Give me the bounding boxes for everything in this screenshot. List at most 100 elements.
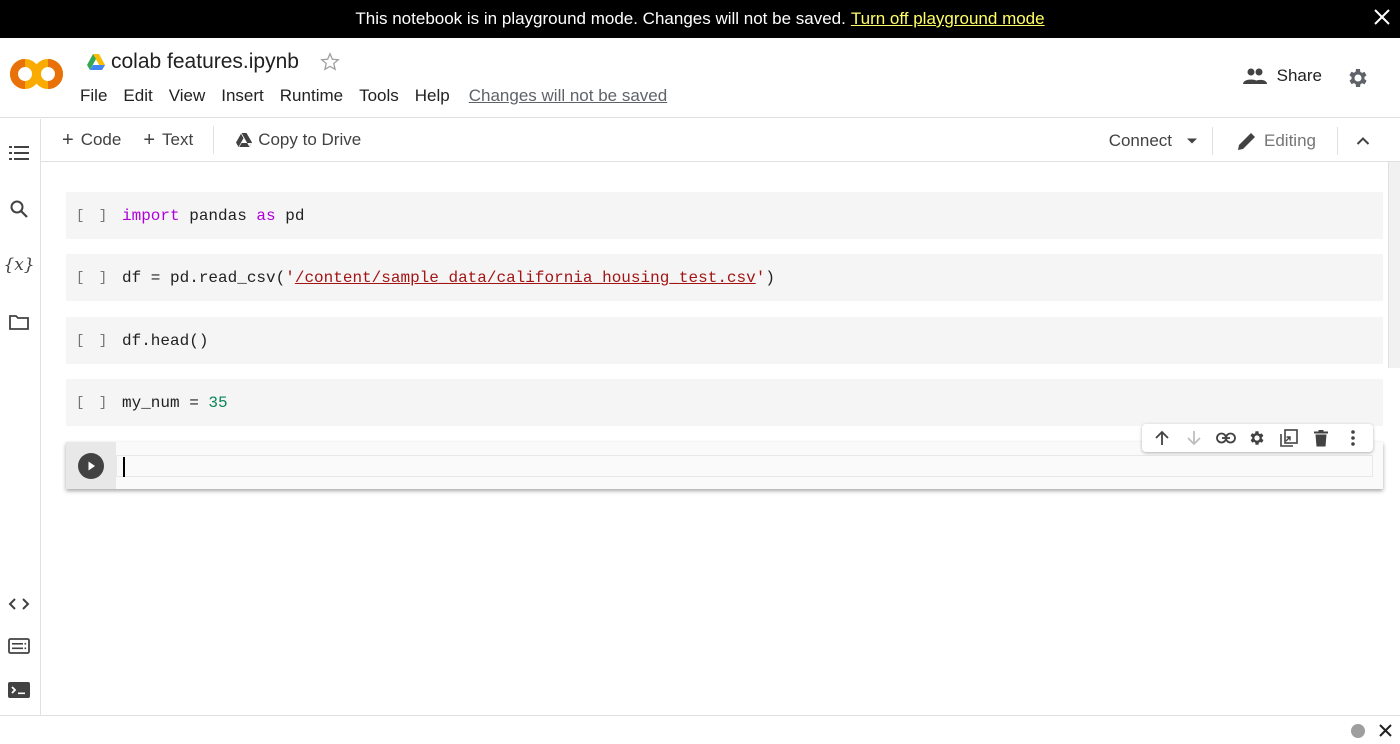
cell-editor-input[interactable] xyxy=(116,455,1373,477)
notebook-title[interactable]: colab features.ipynb xyxy=(111,50,299,74)
code-cell[interactable]: [ ] import pandas as pd xyxy=(66,192,1383,239)
playground-banner: This notebook is in playground mode. Cha… xyxy=(0,0,1400,38)
code-text: ) xyxy=(765,268,775,287)
cell-toolbar xyxy=(1142,424,1373,452)
code-quote: ' xyxy=(285,268,295,287)
more-vert-icon xyxy=(1351,430,1355,446)
add-code-label: Code xyxy=(80,130,122,149)
unsaved-notice-link[interactable]: Changes will not be saved xyxy=(469,86,667,106)
add-text-button[interactable]: + Text xyxy=(143,129,193,152)
search-icon[interactable] xyxy=(6,196,32,222)
close-icon xyxy=(1378,723,1392,737)
plus-icon: + xyxy=(62,128,74,151)
copy-to-drive-button[interactable]: Copy to Drive xyxy=(236,130,361,150)
code-snippets-icon[interactable] xyxy=(6,591,32,617)
menu-tools[interactable]: Tools xyxy=(359,86,399,106)
chevron-up-icon xyxy=(1356,136,1370,145)
copy-to-drive-label: Copy to Drive xyxy=(258,130,362,149)
banner-close-button[interactable] xyxy=(1368,2,1396,32)
collapse-header-button[interactable] xyxy=(1356,136,1370,146)
banner-message: This notebook is in playground mode. Cha… xyxy=(355,9,846,28)
toolbar-divider xyxy=(1337,126,1338,155)
execution-count[interactable]: [ ] xyxy=(66,333,122,349)
code-cell[interactable]: [ ] df = pd.read_csv('/content/sample_da… xyxy=(66,254,1383,301)
connect-dropdown[interactable] xyxy=(1186,137,1198,145)
drive-icon xyxy=(236,133,253,147)
menu-insert[interactable]: Insert xyxy=(221,86,264,106)
colab-logo[interactable] xyxy=(10,56,64,92)
terminal-icon[interactable] xyxy=(6,677,32,703)
menu-file[interactable]: File xyxy=(80,86,107,106)
people-icon xyxy=(1242,68,1267,84)
menu-help[interactable]: Help xyxy=(415,86,450,106)
play-icon xyxy=(78,452,104,479)
gear-icon xyxy=(1251,431,1264,445)
more-cell-actions-button[interactable] xyxy=(1340,426,1366,450)
code-quote: ' xyxy=(755,268,766,287)
text-cursor xyxy=(123,457,125,477)
link-to-cell-button[interactable] xyxy=(1213,426,1239,450)
status-bar xyxy=(0,715,1400,744)
menu-runtime[interactable]: Runtime xyxy=(280,86,343,106)
editing-mode-button[interactable]: Editing xyxy=(1237,131,1316,151)
code-text: pandas xyxy=(179,206,257,225)
cell-code[interactable]: import pandas as pd xyxy=(122,207,304,225)
share-button[interactable]: Share xyxy=(1242,66,1322,86)
caret-down-icon xyxy=(1187,138,1198,143)
star-icon[interactable] xyxy=(319,51,341,73)
share-label: Share xyxy=(1276,66,1322,85)
turn-off-playground-link[interactable]: Turn off playground mode xyxy=(851,9,1045,29)
trash-icon xyxy=(1314,429,1329,446)
code-keyword: import xyxy=(122,206,180,225)
variables-icon[interactable]: {x} xyxy=(3,252,34,278)
files-icon[interactable] xyxy=(6,309,32,335)
add-text-label: Text xyxy=(162,130,194,149)
mirror-cell-button[interactable] xyxy=(1276,426,1302,450)
table-of-contents-icon[interactable] xyxy=(6,140,32,166)
left-sidebar: {x} xyxy=(0,119,41,715)
code-text: df = pd.read_csv( xyxy=(122,268,286,287)
cell-settings-button[interactable] xyxy=(1244,426,1270,450)
menu-bar: File Edit View Insert Runtime Tools Help… xyxy=(80,86,667,106)
toolbar-divider xyxy=(213,126,215,154)
vertical-scrollbar[interactable] xyxy=(1388,162,1400,368)
code-text: my_num = xyxy=(122,393,209,412)
pencil-icon xyxy=(1238,132,1256,150)
code-cell[interactable]: [ ] df.head() xyxy=(66,317,1383,364)
runtime-status-indicator[interactable] xyxy=(1351,724,1365,738)
command-palette-icon[interactable] xyxy=(6,633,32,659)
execution-count[interactable]: [ ] xyxy=(66,395,122,411)
google-drive-icon xyxy=(87,54,105,70)
delete-cell-button[interactable] xyxy=(1308,426,1334,450)
cell-code[interactable]: my_num = 35 xyxy=(122,394,228,412)
code-text: pd xyxy=(275,206,305,225)
add-code-button[interactable]: + Code xyxy=(62,129,121,152)
cell-code[interactable]: df.head() xyxy=(122,332,208,350)
menu-view[interactable]: View xyxy=(169,86,206,106)
move-cell-down-button[interactable] xyxy=(1181,426,1207,450)
link-icon xyxy=(1215,432,1236,444)
code-cell[interactable]: [ ] my_num = 35 xyxy=(66,379,1383,426)
code-string: /content/sample_data/california_housing_… xyxy=(294,268,756,287)
code-text: df.head() xyxy=(122,331,209,350)
close-icon xyxy=(1374,9,1390,25)
connect-button[interactable]: Connect xyxy=(1109,131,1172,151)
move-cell-up-button[interactable] xyxy=(1149,426,1175,450)
execution-count[interactable]: [ ] xyxy=(66,208,122,224)
settings-gear-icon[interactable] xyxy=(1346,66,1370,90)
run-cell-button[interactable] xyxy=(66,442,116,489)
status-close-button[interactable] xyxy=(1374,719,1396,741)
code-keyword: as xyxy=(256,206,276,225)
code-number: 35 xyxy=(208,393,228,412)
connect-label: Connect xyxy=(1108,130,1173,150)
execution-count[interactable]: [ ] xyxy=(66,270,122,286)
editing-label: Editing xyxy=(1264,130,1316,150)
cell-code[interactable]: df = pd.read_csv('/content/sample_data/c… xyxy=(122,269,775,287)
header: colab features.ipynb File Edit View Inse… xyxy=(0,38,1400,118)
mirror-cell-icon xyxy=(1280,429,1299,447)
toolbar-divider xyxy=(1212,126,1214,155)
arrow-up-icon xyxy=(1155,430,1169,445)
menu-edit[interactable]: Edit xyxy=(123,86,152,106)
arrow-down-icon xyxy=(1187,431,1201,446)
notebook-area: [ ] import pandas as pd [ ] df = pd.read… xyxy=(41,162,1400,715)
